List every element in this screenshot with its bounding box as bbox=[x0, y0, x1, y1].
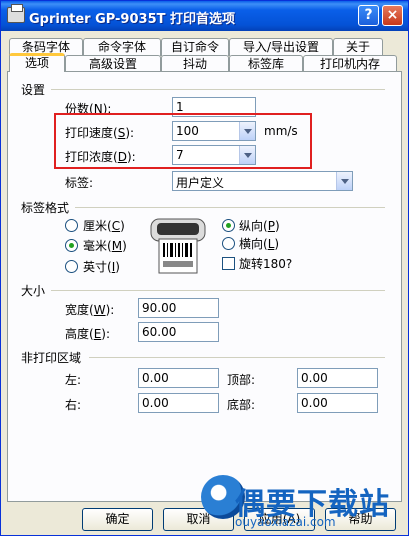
unit-inch-label: 英寸(I) bbox=[83, 260, 120, 274]
chevron-down-icon[interactable] bbox=[239, 146, 255, 164]
non-print-divider bbox=[89, 357, 385, 358]
title-bar[interactable]: Gprinter GP-9035T 打印首选项 ? × bbox=[1, 1, 408, 31]
unit-cm-radio[interactable] bbox=[65, 219, 78, 232]
rotate-180-label: 旋转180? bbox=[239, 257, 293, 271]
tab-command-font[interactable]: 命令字体 bbox=[83, 38, 161, 56]
density-label: 打印浓度(D): bbox=[65, 150, 136, 164]
orientation-portrait-radio[interactable] bbox=[222, 219, 235, 232]
size-divider bbox=[51, 290, 385, 291]
density-select[interactable]: 7 bbox=[172, 145, 256, 165]
tab-options[interactable]: 选项 bbox=[9, 53, 65, 72]
density-value: 7 bbox=[176, 148, 184, 162]
width-input[interactable]: 90.00 bbox=[138, 298, 219, 318]
window-title: Gprinter GP-9035T 打印首选项 bbox=[29, 12, 236, 27]
help-button[interactable]: ? bbox=[358, 5, 379, 26]
bottom-margin-input[interactable]: 0.00 bbox=[297, 393, 378, 413]
label-format-group-label: 标签格式 bbox=[21, 201, 70, 215]
speed-unit: mm/s bbox=[264, 124, 298, 138]
right-margin-label: 右: bbox=[65, 398, 82, 412]
height-input[interactable]: 60.00 bbox=[138, 322, 219, 342]
chevron-down-icon[interactable] bbox=[336, 172, 352, 190]
label-type-value: 用户定义 bbox=[176, 176, 225, 190]
printer-icon bbox=[7, 4, 25, 23]
close-button[interactable]: × bbox=[382, 5, 403, 26]
size-group-label: 大小 bbox=[21, 284, 46, 298]
chevron-down-icon[interactable] bbox=[239, 122, 255, 140]
settings-group-label: 设置 bbox=[21, 83, 46, 97]
rotate-180-checkbox[interactable] bbox=[222, 257, 235, 270]
left-margin-input[interactable]: 0.00 bbox=[138, 368, 219, 388]
label-printer-icon bbox=[150, 218, 206, 274]
watermark-url: ouyaoxiazai.com bbox=[235, 515, 336, 529]
settings-divider bbox=[51, 89, 385, 90]
label-format-divider bbox=[75, 207, 385, 208]
label-type-label: 标签: bbox=[65, 176, 94, 190]
left-margin-label: 左: bbox=[65, 373, 82, 387]
ok-button[interactable]: 确定 bbox=[82, 508, 153, 531]
speed-select[interactable]: 100 bbox=[172, 121, 256, 141]
tab-import-export[interactable]: 导入/导出设置 bbox=[229, 38, 333, 56]
unit-inch-radio[interactable] bbox=[65, 260, 78, 273]
width-label: 宽度(W): bbox=[65, 303, 115, 317]
unit-mm-radio[interactable] bbox=[65, 239, 78, 252]
orientation-portrait-label: 纵向(P) bbox=[239, 219, 280, 233]
label-type-select[interactable]: 用户定义 bbox=[172, 171, 353, 191]
speed-value: 100 bbox=[176, 124, 199, 138]
speed-label: 打印速度(S): bbox=[65, 126, 135, 140]
watermark: 偶要下载站 ouyaoxiazai.com bbox=[201, 475, 401, 535]
tab-about[interactable]: 关于 bbox=[333, 38, 383, 56]
unit-cm-label: 厘米(C) bbox=[83, 219, 125, 233]
non-print-group-label: 非打印区域 bbox=[21, 351, 82, 365]
bottom-margin-label: 底部: bbox=[227, 398, 256, 412]
unit-mm-label: 毫米(M) bbox=[83, 239, 127, 253]
top-margin-input[interactable]: 0.00 bbox=[297, 368, 378, 388]
right-margin-input[interactable]: 0.00 bbox=[138, 393, 219, 413]
tab-custom-command[interactable]: 自订命令 bbox=[161, 38, 229, 56]
height-label: 高度(E): bbox=[65, 327, 111, 341]
top-margin-label: 顶部: bbox=[227, 373, 256, 387]
orientation-landscape-radio[interactable] bbox=[222, 237, 235, 250]
orientation-landscape-label: 横向(L) bbox=[239, 237, 280, 251]
preferences-window: Gprinter GP-9035T 打印首选项 ? × 条码字体 命令字体 自订… bbox=[0, 0, 409, 536]
